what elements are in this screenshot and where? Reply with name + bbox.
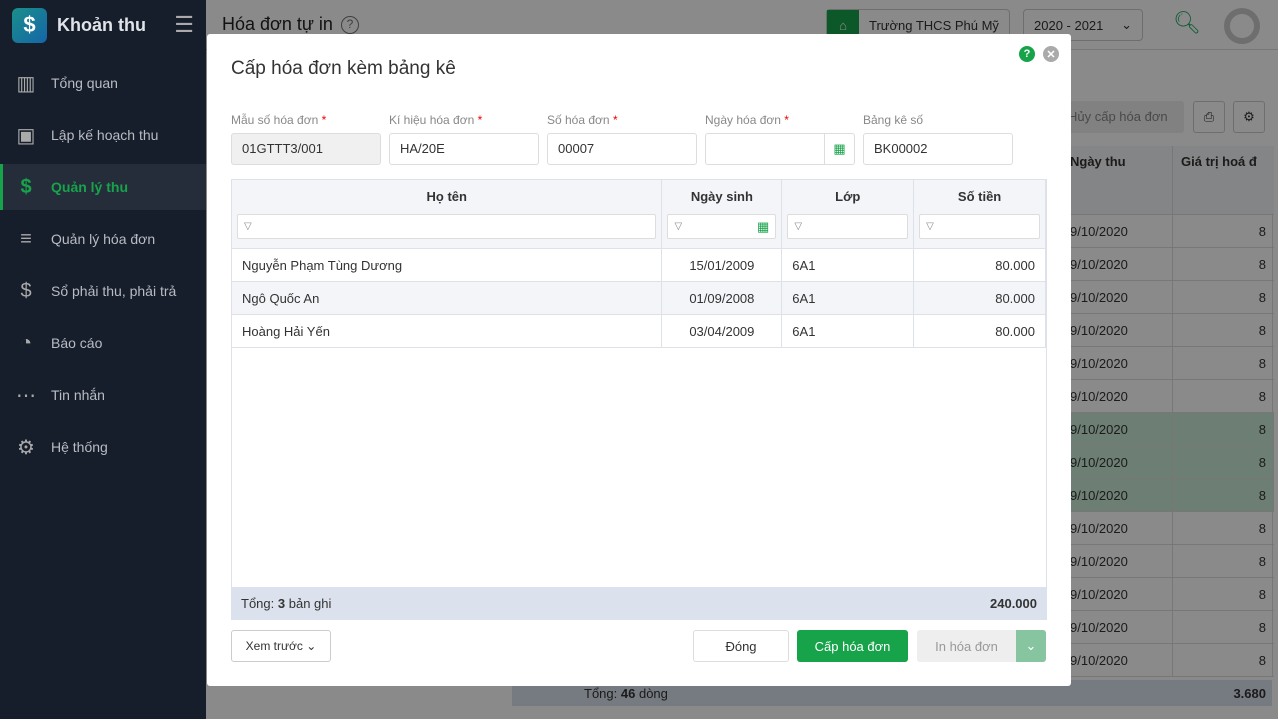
- calendar-dollar-icon: ▣: [16, 124, 36, 147]
- table-cell: 80.000: [914, 282, 1046, 314]
- student-table: Họ tên ▽ Ngày sinh ▽ ▦ Lớp ▽ Số tiền ▽ Nguyễn Ph…: [231, 179, 1047, 620]
- menu-icon[interactable]: ☰: [174, 12, 194, 38]
- pie-chart-icon: ◔: [19, 331, 33, 354]
- sidebar: $ Khoản thu ☰ ▥ Tổng quan ▣ Lập kế hoạch th…: [0, 0, 206, 719]
- table-cell: Ngô Quốc An: [232, 282, 663, 314]
- calendar-icon[interactable]: ▦: [824, 134, 854, 164]
- sidebar-item-label: Tổng quan: [51, 75, 118, 91]
- sidebar-item-label: Sổ phải thu, phải trả: [51, 283, 177, 299]
- column-header: Ngày sinh ▽ ▦: [662, 180, 783, 248]
- sidebar-item-label: Quản lý thu: [51, 179, 128, 195]
- table-cell: 01/09/2008: [662, 282, 783, 314]
- filter-icon: ▽: [674, 221, 683, 232]
- table-cell: 15/01/2009: [662, 249, 783, 281]
- bar-chart-icon: ▥: [16, 72, 36, 95]
- chevron-down-icon[interactable]: ⌄: [1016, 630, 1046, 662]
- sidebar-item-6[interactable]: ⋯ Tin nhắn: [0, 372, 206, 418]
- table-cell: 6A1: [782, 282, 915, 314]
- issue-invoice-dialog: Cấp hóa đơn kèm bảng kê ? ✕ Mẫu số hóa đ…: [207, 34, 1071, 686]
- sidebar-item-label: Lập kế hoạch thu: [51, 127, 159, 143]
- table-cell: 03/04/2009: [662, 315, 783, 347]
- sidebar-item-label: Hệ thống: [51, 439, 108, 455]
- print-invoice-button[interactable]: In hóa đơn: [917, 630, 1016, 662]
- column-header: Lớp ▽: [782, 180, 915, 248]
- sidebar-item-label: Báo cáo: [51, 335, 103, 351]
- close-icon[interactable]: ✕: [1043, 46, 1059, 62]
- invoice-number-field[interactable]: 00007: [547, 133, 697, 165]
- column-filter[interactable]: ▽: [237, 214, 657, 239]
- filter-icon: ▽: [926, 221, 934, 232]
- dollar-logo-icon: $: [12, 7, 47, 43]
- total-amount: 240.000: [990, 596, 1037, 611]
- sidebar-item-label: Quản lý hóa đơn: [51, 231, 156, 247]
- help-icon[interactable]: ?: [1019, 46, 1035, 62]
- ledger-icon: $: [20, 279, 32, 302]
- table-cell: Hoàng Hải Yến: [232, 315, 663, 347]
- close-button[interactable]: Đóng: [693, 630, 789, 662]
- table-row[interactable]: Hoàng Hải Yến 03/04/2009 6A1 80.000: [232, 315, 1046, 348]
- column-filter[interactable]: ▽: [787, 214, 909, 239]
- column-filter[interactable]: ▽: [919, 214, 1040, 239]
- sidebar-item-5[interactable]: ◔ Báo cáo: [0, 320, 206, 366]
- app-title: Khoản thu: [57, 14, 146, 35]
- invoice-date-field[interactable]: ▦: [705, 133, 855, 165]
- table-cell: 80.000: [914, 249, 1046, 281]
- sidebar-item-1[interactable]: ▣ Lập kế hoạch thu: [0, 112, 206, 158]
- document-icon: ≡: [20, 227, 32, 250]
- issue-invoice-button[interactable]: Cấp hóa đơn: [797, 630, 908, 662]
- sidebar-item-2[interactable]: $ Quản lý thu: [0, 164, 206, 210]
- gear-icon: ⚙: [17, 436, 35, 459]
- column-header: Họ tên ▽: [232, 180, 663, 248]
- sidebar-item-4[interactable]: $ Sổ phải thu, phải trả: [0, 268, 206, 314]
- preview-dropdown[interactable]: Xem trước ⌄: [231, 630, 331, 662]
- column-filter[interactable]: ▽ ▦: [667, 214, 777, 239]
- table-cell: Nguyễn Phạm Tùng Dương: [232, 249, 663, 281]
- table-cell: 6A1: [782, 249, 915, 281]
- sidebar-item-7[interactable]: ⚙ Hệ thống: [0, 424, 206, 470]
- table-cell: 80.000: [914, 315, 1046, 347]
- table-row[interactable]: Ngô Quốc An 01/09/2008 6A1 80.000: [232, 282, 1046, 315]
- hand-coin-icon: $: [20, 175, 32, 198]
- filter-icon: ▽: [244, 221, 252, 232]
- calendar-icon[interactable]: ▦: [757, 215, 769, 238]
- sidebar-item-label: Tin nhắn: [51, 387, 105, 403]
- column-header: Số tiền ▽: [914, 180, 1046, 248]
- message-icon: ⋯: [16, 384, 36, 407]
- list-number-field[interactable]: BK00002: [863, 133, 1013, 165]
- sidebar-item-3[interactable]: ≡ Quản lý hóa đơn: [0, 216, 206, 262]
- table-footer: Tổng: 3 bản ghi 240.000: [231, 587, 1047, 620]
- symbol-field[interactable]: HA/20E: [389, 133, 539, 165]
- dialog-title: Cấp hóa đơn kèm bảng kê: [231, 58, 456, 79]
- sidebar-item-0[interactable]: ▥ Tổng quan: [0, 60, 206, 106]
- template-field[interactable]: 01GTTT3/001: [231, 133, 381, 165]
- table-cell: 6A1: [782, 315, 915, 347]
- brand: $ Khoản thu ☰: [0, 0, 206, 50]
- filter-icon: ▽: [794, 221, 803, 232]
- table-row[interactable]: Nguyễn Phạm Tùng Dương 15/01/2009 6A1 80.00…: [232, 249, 1046, 282]
